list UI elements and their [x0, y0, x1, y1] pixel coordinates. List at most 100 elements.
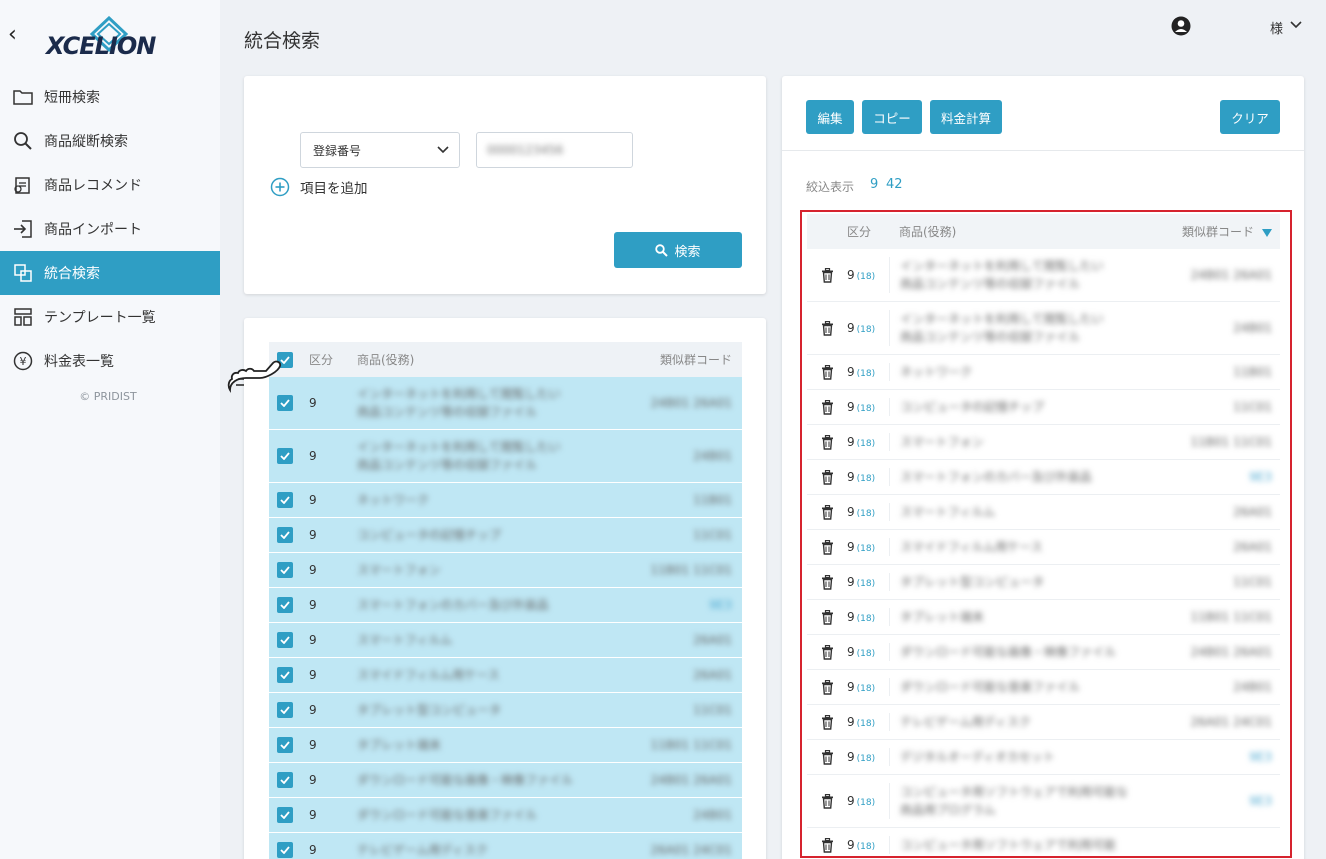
chevron-down-icon[interactable] [1290, 20, 1302, 30]
search-field-select-value: 登録番号 [313, 143, 362, 158]
row-checkbox[interactable] [277, 448, 293, 464]
row-checkbox[interactable] [277, 772, 293, 788]
row-code: 24B01 26A01 [612, 773, 742, 787]
table-row[interactable]: 9 スマートフィルム 26A01 [269, 623, 742, 658]
table-row[interactable]: 9 スマートフォン 11B01 11C01 [269, 553, 742, 588]
row-name-line: テレビゲーム用ディスク [357, 843, 488, 857]
check-icon [280, 601, 290, 609]
svg-text:¥: ¥ [20, 355, 27, 368]
check-icon [280, 452, 290, 460]
row-name-line: タブレット端末 [357, 738, 442, 752]
table-row[interactable]: 9 インターネットを利用して閲覧したい 商品コンテンツ等の収録ファイル 24B01 [269, 430, 742, 483]
check-icon [280, 496, 290, 504]
yen-icon: ¥ [12, 350, 34, 372]
row-code-text: 11C01 [693, 528, 732, 542]
row-checkbox[interactable] [277, 632, 293, 648]
check-icon [280, 811, 290, 819]
row-kubun: 9 [309, 773, 317, 787]
search-field-select[interactable]: 登録番号 [300, 132, 460, 168]
row-kubun: 9 [309, 493, 317, 507]
sidebar-nav: 短冊検索商品縦断検索商品レコメンド商品インポート統合検索 テンプレート一覧 ¥ 料金表… [0, 75, 220, 383]
table-row[interactable]: 9 ネットワーク 11B01 [269, 483, 742, 518]
table-row[interactable]: 9 タブレット端末 11B01 11C01 [269, 728, 742, 763]
selection-panel: 編集 コピー 料金計算 クリア 絞込表示 9 42 区分 商品(役務) 類似群コ… [782, 76, 1304, 859]
page-title: 統合検索 [244, 30, 321, 52]
edit-button[interactable]: 編集 [806, 100, 854, 134]
row-checkbox[interactable] [277, 597, 293, 613]
table-row[interactable]: 9 タブレット型コンピュータ 11C01 [269, 693, 742, 728]
sidebar-item-folder[interactable]: 短冊検索 [0, 75, 220, 119]
svg-text:XCELION: XCELION [44, 32, 156, 60]
xcelion-logo[interactable]: XCELION [44, 16, 174, 62]
row-code: 11C01 [612, 703, 742, 717]
header-code[interactable]: 類似群コード [612, 351, 742, 368]
row-name: ネットワーク [333, 491, 612, 509]
row-name: コンピュータの記憶チップ [333, 526, 612, 544]
row-name: スマイドフィルム用ケース [333, 666, 612, 684]
check-icon [280, 566, 290, 574]
user-icon[interactable] [1171, 16, 1191, 36]
row-code-text: 26A01 [693, 633, 732, 647]
row-checkbox[interactable] [277, 527, 293, 543]
row-kubun: 9 [309, 843, 317, 857]
copy-button[interactable]: コピー [862, 100, 922, 134]
row-name: インターネットを利用して閲覧したい 商品コンテンツ等の収録ファイル [333, 385, 612, 421]
search-button-label: 検索 [674, 244, 701, 260]
sidebar-item-label: 商品インポート [44, 222, 142, 238]
search-button[interactable]: 検索 [614, 232, 742, 268]
sidebar-item-import[interactable]: 商品インポート [0, 207, 220, 251]
row-code-text: 26A01 24C01 [650, 843, 732, 857]
copyright: © PRIDIST [79, 390, 137, 403]
row-code: 24B01 [612, 808, 742, 822]
row-checkbox[interactable] [277, 702, 293, 718]
header-name[interactable]: 商品(役務) [333, 351, 612, 369]
integrated-search-icon [12, 262, 34, 284]
row-code-text: 11C01 [693, 703, 732, 717]
row-code: 11B01 11C01 [612, 563, 742, 577]
clear-button[interactable]: クリア [1220, 100, 1280, 134]
back-icon[interactable]: ‹ [8, 24, 17, 46]
row-name: スマートフォン [333, 561, 612, 579]
table-row[interactable]: 9 スマイドフィルム用ケース 26A01 [269, 658, 742, 693]
table-row[interactable]: 9 コンピュータの記憶チップ 11C01 [269, 518, 742, 553]
sidebar-item-integrated-search[interactable]: 統合検索 [0, 251, 220, 295]
calc-fee-button[interactable]: 料金計算 [930, 100, 1002, 134]
results-table-body: 9 インターネットを利用して閲覧したい 商品コンテンツ等の収録ファイル 24B01 2… [269, 377, 742, 859]
row-checkbox[interactable] [277, 492, 293, 508]
row-code-text: 11B01 11C01 [650, 738, 732, 752]
table-row[interactable]: 9 スマートフォンのカバー及び外装品 9E3 [269, 588, 742, 623]
row-name: タブレット端末 [333, 736, 612, 754]
row-kubun: 9 [309, 668, 317, 682]
filter-value-9[interactable]: 9 [870, 177, 878, 192]
row-checkbox[interactable] [277, 842, 293, 858]
recommend-icon [12, 174, 34, 196]
table-row[interactable]: 9 ダウンロード可能な音楽ファイル 24B01 [269, 798, 742, 833]
plus-circle-icon [270, 177, 290, 197]
results-panel: 区分 商品(役務) 類似群コード 9 インターネットを利用して閲覧したい 商品コンテ… [244, 318, 766, 859]
row-checkbox[interactable] [277, 667, 293, 683]
sidebar-item-yen[interactable]: ¥ 料金表一覧 [0, 339, 220, 383]
filter-value-42[interactable]: 42 [886, 177, 903, 192]
search-value-text: 0000123456 [487, 143, 564, 157]
table-row[interactable]: 9 ダウンロード可能な画像・映像ファイル 24B01 26A01 [269, 763, 742, 798]
row-name-line: 商品コンテンツ等の収録ファイル [357, 458, 538, 472]
row-name: タブレット型コンピュータ [333, 701, 612, 719]
row-checkbox[interactable] [277, 807, 293, 823]
user-name[interactable]: 様 [1270, 18, 1283, 37]
search-value-input[interactable]: 0000123456 [476, 132, 633, 168]
row-checkbox[interactable] [277, 737, 293, 753]
table-row[interactable]: 9 テレビゲーム用ディスク 26A01 24C01 [269, 833, 742, 859]
row-name-line: ダウンロード可能な音楽ファイル [357, 808, 538, 822]
row-name-line: 商品コンテンツ等の収録ファイル [357, 405, 538, 419]
sidebar-item-recommend[interactable]: 商品レコメンド [0, 163, 220, 207]
header-kubun[interactable]: 区分 [293, 351, 333, 368]
table-row[interactable]: 9 インターネットを利用して閲覧したい 商品コンテンツ等の収録ファイル 24B01 2… [269, 377, 742, 430]
row-checkbox[interactable] [277, 562, 293, 578]
row-name: ダウンロード可能な画像・映像ファイル [333, 771, 612, 789]
sidebar-item-label: 商品縦断検索 [44, 134, 128, 150]
sidebar-item-search[interactable]: 商品縦断検索 [0, 119, 220, 163]
add-item-button[interactable]: 項目を追加 [270, 177, 368, 197]
search-panel: 登録番号 0000123456 項目を追加 検索 [244, 76, 766, 294]
row-code: 11B01 11C01 [612, 738, 742, 752]
sidebar-item-template[interactable]: テンプレート一覧 [0, 295, 220, 339]
